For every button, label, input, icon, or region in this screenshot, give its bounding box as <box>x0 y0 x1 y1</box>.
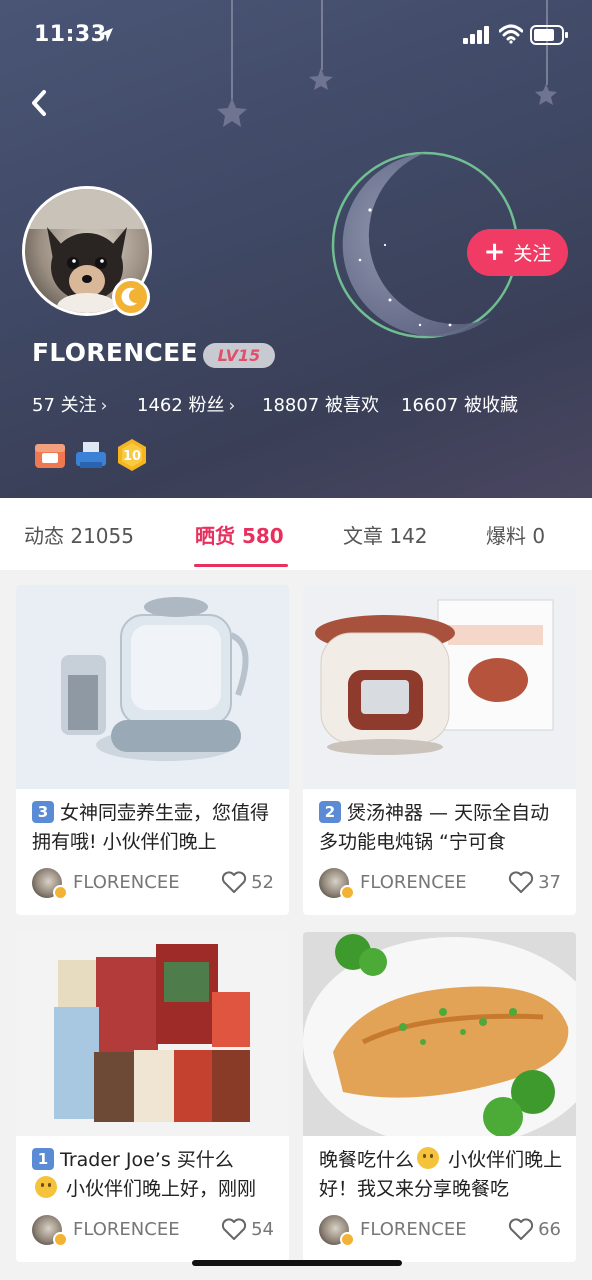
chevron-right-icon: › <box>100 396 108 416</box>
moon-badge-icon <box>53 1232 68 1247</box>
snacks-photo <box>16 932 289 1136</box>
chicken-dish-photo <box>303 932 576 1136</box>
moon-badge-icon <box>53 885 68 900</box>
post-title: 3 女神同壶养生壶，您值得拥有哦! 小伙伴们晚上 <box>32 801 270 853</box>
svg-text:10: 10 <box>123 449 141 464</box>
chevron-right-icon: › <box>228 396 236 416</box>
battery-icon <box>530 25 568 45</box>
post-title: 晚餐吃什么 小伙伴们晚上好！我又来分享晚餐吃 <box>319 1147 563 1200</box>
username: FLORENCEE <box>32 338 198 367</box>
content-tabs: 动态 21055 晒货 580 文章 142 爆料 0 <box>0 498 592 570</box>
author-name: FLORENCEE <box>360 1219 467 1240</box>
slow-cooker-photo <box>303 585 576 789</box>
location-arrow-icon <box>99 28 113 42</box>
followers-count[interactable]: 1462 粉丝 › <box>137 391 235 417</box>
plus-icon: + <box>483 236 506 267</box>
heart-icon[interactable] <box>221 871 247 895</box>
post-author-row: FLORENCEE 66 <box>319 1215 561 1247</box>
profile-header: 11:33 + 关注 FLORENCEE LV15 57 关注 › 1462 粉… <box>0 0 592 498</box>
heart-icon[interactable] <box>508 871 534 895</box>
moon-badge-icon <box>340 885 355 900</box>
level-10-medal-icon[interactable]: 10 <box>115 438 149 472</box>
post-title: 2 煲汤神器 — 天际全自动多功能电炖锅 “宁可食 <box>319 801 550 853</box>
tab-deals[interactable]: 爆料 0 <box>486 520 545 549</box>
heart-icon[interactable] <box>508 1218 534 1242</box>
heart-icon[interactable] <box>221 1218 247 1242</box>
wifi-icon <box>499 24 523 44</box>
thinking-emoji-icon <box>417 1147 440 1169</box>
post-card[interactable]: 2 煲汤神器 — 天际全自动多功能电炖锅 “宁可食 FLORENCEE 37 <box>303 585 576 915</box>
home-indicator[interactable] <box>192 1260 402 1266</box>
following-count[interactable]: 57 关注 › <box>32 391 107 417</box>
follow-button[interactable]: + 关注 <box>467 229 568 276</box>
like-count: 37 <box>538 872 561 893</box>
number-badge: 1 <box>32 1148 54 1170</box>
kettle-photo <box>16 585 289 789</box>
post-card[interactable]: 晚餐吃什么 小伙伴们晚上好！我又来分享晚餐吃 FLORENCEE 66 <box>303 932 576 1262</box>
like-count: 52 <box>251 872 274 893</box>
number-badge: 2 <box>319 801 341 823</box>
favorites-received: 16607 被收藏 <box>401 395 518 416</box>
tab-articles[interactable]: 文章 142 <box>343 520 428 549</box>
tab-dynamics[interactable]: 动态 21055 <box>24 520 134 549</box>
tab-showcase[interactable]: 晒货 580 <box>195 520 284 549</box>
cellular-signal-icon <box>463 26 489 44</box>
post-title: 1 Trader Joe’s 买什么 小伙伴们晚上好，刚刚 <box>32 1146 276 1204</box>
author-name: FLORENCEE <box>360 872 467 893</box>
post-card[interactable]: 3 女神同壶养生壶，您值得拥有哦! 小伙伴们晚上 FLORENCEE 52 <box>16 585 289 915</box>
back-arrow-icon[interactable] <box>26 86 56 120</box>
follow-label: 关注 <box>513 243 552 265</box>
like-count: 54 <box>251 1219 274 1240</box>
post-author-row: FLORENCEE 54 <box>32 1215 274 1247</box>
number-badge: 3 <box>32 801 54 823</box>
thinking-emoji-icon <box>35 1176 57 1198</box>
printer-medal-icon[interactable] <box>74 438 108 472</box>
author-name: FLORENCEE <box>73 872 180 893</box>
moon-badge-icon <box>112 278 150 316</box>
like-count: 66 <box>538 1219 561 1240</box>
likes-received: 18807 被喜欢 <box>262 395 379 416</box>
post-card[interactable]: 1 Trader Joe’s 买什么 小伙伴们晚上好，刚刚 FLORENCEE 5… <box>16 932 289 1262</box>
post-author-row: FLORENCEE 52 <box>32 868 274 900</box>
camera-medal-icon[interactable] <box>33 438 67 472</box>
moon-badge-icon <box>340 1232 355 1247</box>
status-bar: 11:33 <box>0 0 592 70</box>
status-time: 11:33 <box>34 22 107 47</box>
active-tab-indicator <box>194 564 288 567</box>
post-author-row: FLORENCEE 37 <box>319 868 561 900</box>
author-name: FLORENCEE <box>73 1219 180 1240</box>
level-badge: LV15 <box>203 343 275 368</box>
